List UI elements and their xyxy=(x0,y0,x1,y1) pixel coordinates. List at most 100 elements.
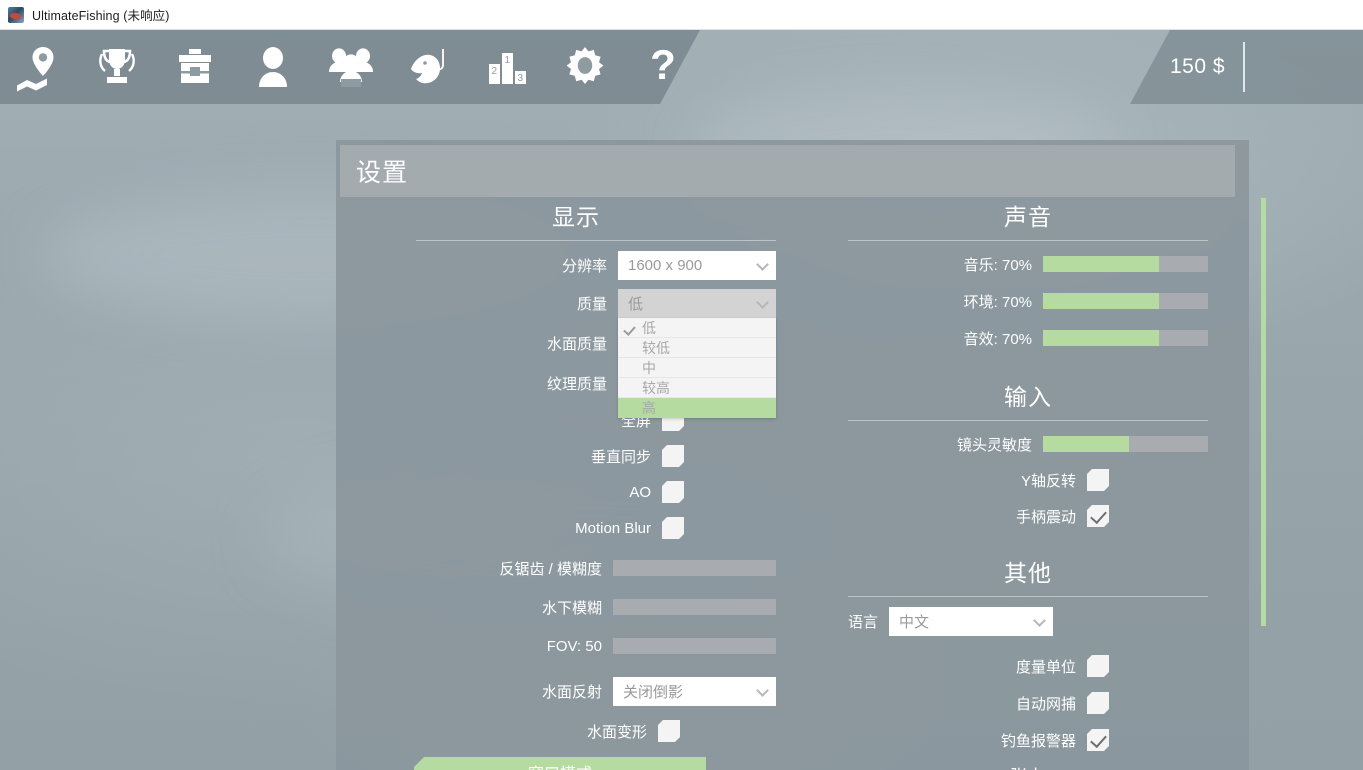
camera-sensitivity-slider[interactable] xyxy=(1043,436,1208,452)
quality-dropdown-list: 低 较低 中 较高 高 xyxy=(618,318,776,418)
ao-label: AO xyxy=(629,483,651,501)
display-section: 显示 分辨率 1600 x 900 质量 低 低 较低 中 较高 高 水面质量 … xyxy=(376,202,776,770)
ambience-volume-slider[interactable] xyxy=(1043,293,1208,309)
svg-text:2: 2 xyxy=(492,66,498,77)
chevron-down-icon xyxy=(1033,613,1046,627)
measure-unit-label: 度量单位 xyxy=(1015,658,1076,676)
invert-y-checkbox[interactable] xyxy=(1087,469,1109,491)
measure-unit-checkbox[interactable] xyxy=(1087,655,1109,677)
measure-unit-row: 度量单位 xyxy=(848,653,1208,679)
trophy-icon xyxy=(91,41,143,93)
antialias-row: 反锯齿 / 模糊度 xyxy=(376,555,776,581)
toolbar-item-map[interactable] xyxy=(0,30,78,104)
quality-label: 质量 xyxy=(576,296,607,313)
vsync-label: 垂直同步 xyxy=(590,448,651,466)
water-reflection-row: 水面反射 关闭倒影 xyxy=(376,677,776,706)
fov-slider[interactable] xyxy=(613,638,776,654)
quality-value: 低 xyxy=(628,296,644,313)
quality-option-higher[interactable]: 较高 xyxy=(618,378,776,398)
water-reflection-dropdown[interactable]: 关闭倒影 xyxy=(613,677,776,706)
fov-row: FOV: 50 xyxy=(376,633,776,659)
sfx-volume-label: 音效: 70% xyxy=(963,330,1032,348)
language-dropdown[interactable]: 中文 xyxy=(889,607,1054,636)
other-section-divider xyxy=(848,596,1208,597)
help-icon: ? xyxy=(637,41,689,93)
toolbar-item-player[interactable] xyxy=(234,30,312,104)
music-volume-row: 音乐: 70% xyxy=(848,251,1208,277)
resolution-value: 1600 x 900 xyxy=(628,257,703,274)
gamepad-vibration-row: 手柄震动 xyxy=(848,503,1208,529)
music-volume-slider[interactable] xyxy=(1043,256,1208,272)
other-section-heading: 其他 xyxy=(1004,560,1052,586)
svg-text:3: 3 xyxy=(518,73,524,84)
resolution-row: 分辨率 1600 x 900 xyxy=(376,251,776,280)
water-quality-label: 水面质量 xyxy=(546,336,607,353)
sound-section-heading: 声音 xyxy=(1004,204,1052,230)
bite-alarm-label: 钓鱼报警器 xyxy=(1000,732,1076,750)
display-section-heading: 显示 xyxy=(552,204,600,230)
ambience-volume-label: 环境: 70% xyxy=(963,293,1032,311)
camera-sensitivity-slider-fill xyxy=(1043,436,1129,452)
svg-text:1: 1 xyxy=(505,55,511,66)
quality-option-label: 中 xyxy=(642,359,656,376)
quality-option-label: 较低 xyxy=(642,339,670,356)
ao-row: AO xyxy=(376,479,776,505)
friends-icon xyxy=(325,41,377,93)
antialias-label: 反锯齿 / 模糊度 xyxy=(499,560,602,578)
settings-scrollbar[interactable] xyxy=(1258,198,1268,628)
water-deform-row: 水面变形 xyxy=(376,718,776,744)
antialias-slider[interactable] xyxy=(613,560,776,576)
water-deform-checkbox[interactable] xyxy=(658,720,680,742)
motion-blur-checkbox[interactable] xyxy=(662,517,684,539)
toolbar-item-achievements[interactable] xyxy=(78,30,156,104)
chevron-down-icon xyxy=(756,683,769,697)
quality-option-lower[interactable]: 较低 xyxy=(618,338,776,358)
gamepad-vibration-label: 手柄震动 xyxy=(1015,508,1076,526)
svg-text:?: ? xyxy=(650,41,676,88)
hud-right-panel: 150 $ xyxy=(1130,30,1363,104)
underwater-blur-slider[interactable] xyxy=(613,599,776,615)
language-row: 语言 中文 xyxy=(848,607,1208,636)
quality-dropdown[interactable]: 低 低 较低 中 较高 高 xyxy=(618,289,776,418)
auto-net-label: 自动网捕 xyxy=(1015,695,1076,713)
window-title: UltimateFishing (未响应) xyxy=(32,9,170,23)
gear-icon xyxy=(559,41,611,93)
main-toolbar: 2 1 3 ? xyxy=(0,30,702,104)
toolbar-item-help[interactable]: ? xyxy=(624,30,702,104)
quality-option-medium[interactable]: 中 xyxy=(618,358,776,378)
motion-blur-label: Motion Blur xyxy=(575,519,651,537)
sfx-volume-slider[interactable] xyxy=(1043,330,1208,346)
quality-option-high[interactable]: 高 xyxy=(618,398,776,418)
gamepad-vibration-checkbox[interactable] xyxy=(1087,505,1109,527)
fish-hook-icon xyxy=(403,41,455,93)
vsync-row: 垂直同步 xyxy=(376,443,776,469)
settings-scrollbar-thumb[interactable] xyxy=(1261,198,1266,626)
page-title: 设置 xyxy=(356,159,409,187)
money-display: 150 $ xyxy=(1170,55,1226,78)
camera-sensitivity-row: 镜头灵敏度 xyxy=(848,431,1208,457)
quality-row: 质量 低 低 较低 中 较高 高 xyxy=(376,289,776,418)
resolution-dropdown[interactable]: 1600 x 900 xyxy=(618,251,776,280)
hud-divider xyxy=(1243,42,1246,92)
bite-alarm-checkbox[interactable] xyxy=(1087,729,1109,751)
fish-app-icon xyxy=(8,6,24,23)
toolbar-item-friends[interactable] xyxy=(312,30,390,104)
auto-net-checkbox[interactable] xyxy=(1087,692,1109,714)
sound-section-divider xyxy=(848,240,1208,241)
toolbar-item-settings[interactable] xyxy=(546,30,624,104)
toolbar-item-tacklebox[interactable] xyxy=(156,30,234,104)
input-section-divider xyxy=(848,420,1208,421)
sfx-volume-slider-fill xyxy=(1043,330,1159,346)
window-mode-button[interactable]: 窗口模式 xyxy=(414,757,706,770)
music-volume-label: 音乐: 70% xyxy=(963,256,1032,274)
toolbar-item-leaderboard[interactable]: 2 1 3 xyxy=(468,30,546,104)
auto-net-row: 自动网捕 xyxy=(848,690,1208,716)
input-section-heading: 输入 xyxy=(1004,384,1052,410)
settings-panel: 设置 显示 分辨率 1600 x 900 质量 低 低 较低 中 较高 高 水面… xyxy=(336,140,1249,770)
quality-option-low[interactable]: 低 xyxy=(618,318,776,338)
bite-alarm-row: 钓鱼报警器 xyxy=(848,727,1208,753)
vsync-checkbox[interactable] xyxy=(662,445,684,467)
underwater-blur-label: 水下模糊 xyxy=(541,599,602,617)
toolbar-item-fishing[interactable] xyxy=(390,30,468,104)
ao-checkbox[interactable] xyxy=(662,481,684,503)
